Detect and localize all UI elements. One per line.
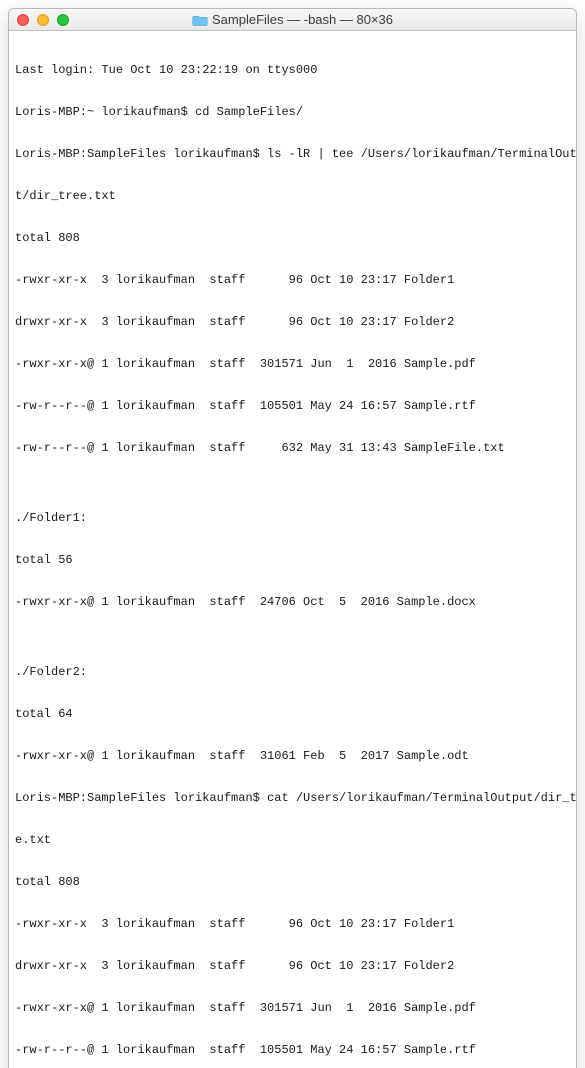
minimize-button[interactable] xyxy=(37,14,49,26)
terminal-line: Loris-MBP:~ lorikaufman$ cd SampleFiles/ xyxy=(15,105,570,119)
terminal-line: -rwxr-xr-x@ 1 lorikaufman staff 301571 J… xyxy=(15,1001,570,1015)
title-bar[interactable]: SampleFiles — -bash — 80×36 xyxy=(9,9,576,31)
terminal-line: t/dir_tree.txt xyxy=(15,189,570,203)
terminal-line: -rw-r--r--@ 1 lorikaufman staff 105501 M… xyxy=(15,399,570,413)
folder-icon xyxy=(192,14,207,26)
terminal-line: -rwxr-xr-x 3 lorikaufman staff 96 Oct 10… xyxy=(15,273,570,287)
terminal-line: e.txt xyxy=(15,833,570,847)
terminal-line: ./Folder2: xyxy=(15,665,570,679)
terminal-line: total 808 xyxy=(15,231,570,245)
window-title: SampleFiles — -bash — 80×36 xyxy=(212,12,393,27)
terminal-line: Last login: Tue Oct 10 23:22:19 on ttys0… xyxy=(15,63,570,77)
terminal-line: Loris-MBP:SampleFiles lorikaufman$ ls -l… xyxy=(15,147,570,161)
terminal-line: -rwxr-xr-x@ 1 lorikaufman staff 301571 J… xyxy=(15,357,570,371)
terminal-line: -rw-r--r--@ 1 lorikaufman staff 105501 M… xyxy=(15,1043,570,1057)
terminal-line: ./Folder1: xyxy=(15,511,570,525)
terminal-line: -rw-r--r--@ 1 lorikaufman staff 632 May … xyxy=(15,441,570,455)
terminal-line: -rwxr-xr-x 3 lorikaufman staff 96 Oct 10… xyxy=(15,917,570,931)
terminal-line: Loris-MBP:SampleFiles lorikaufman$ cat /… xyxy=(15,791,570,805)
terminal-content[interactable]: Last login: Tue Oct 10 23:22:19 on ttys0… xyxy=(9,31,576,1068)
terminal-line: total 56 xyxy=(15,553,570,567)
traffic-lights xyxy=(17,14,69,26)
close-button[interactable] xyxy=(17,14,29,26)
terminal-line: total 64 xyxy=(15,707,570,721)
terminal-line: total 808 xyxy=(15,875,570,889)
terminal-line: -rwxr-xr-x@ 1 lorikaufman staff 24706 Oc… xyxy=(15,595,570,609)
title-center: SampleFiles — -bash — 80×36 xyxy=(192,12,393,27)
terminal-window: SampleFiles — -bash — 80×36 Last login: … xyxy=(8,8,577,1068)
maximize-button[interactable] xyxy=(57,14,69,26)
terminal-line: drwxr-xr-x 3 lorikaufman staff 96 Oct 10… xyxy=(15,959,570,973)
terminal-line: drwxr-xr-x 3 lorikaufman staff 96 Oct 10… xyxy=(15,315,570,329)
terminal-line: -rwxr-xr-x@ 1 lorikaufman staff 31061 Fe… xyxy=(15,749,570,763)
